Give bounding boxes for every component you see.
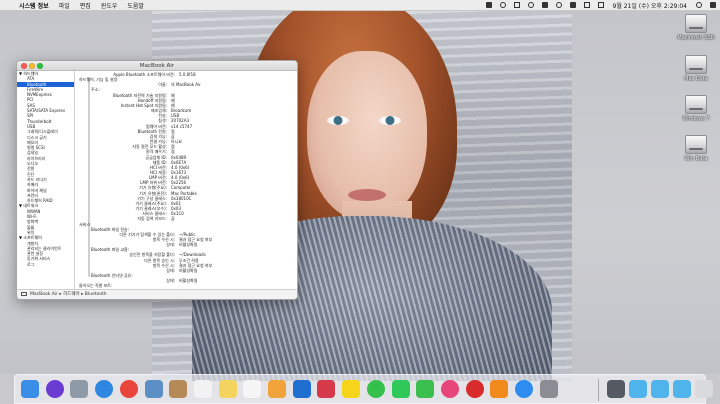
keyboard-icon[interactable]: [485, 2, 492, 8]
system-information-window: MacBook Air ▼ 하드웨어 ATA Bluetooth FireWire NV…: [16, 60, 298, 300]
window-title-bar[interactable]: MacBook Air: [17, 61, 297, 71]
display-icon[interactable]: [513, 2, 520, 8]
path-crumb-computer[interactable]: MacBook Air: [30, 292, 58, 297]
photos-icon[interactable]: [268, 380, 286, 398]
wallpaper-lips: [348, 189, 386, 201]
downloads-folder-icon[interactable]: [629, 380, 647, 398]
reminders-icon[interactable]: [243, 380, 262, 398]
menu-file[interactable]: 파일: [54, 1, 75, 10]
path-crumb-bluetooth[interactable]: Bluetooth: [85, 292, 107, 297]
computer-icon: [21, 291, 27, 296]
desktop-drive-label: Windows 7: [682, 116, 710, 122]
wallpaper-eye-right: [379, 116, 401, 125]
category-sidebar: ▼ 하드웨어 ATA Bluetooth FireWire NVMExpress PCI S…: [17, 71, 75, 291]
ibooks-icon[interactable]: [490, 380, 509, 398]
netease-music-icon[interactable]: [465, 380, 484, 398]
notification-center-icon[interactable]: [710, 2, 716, 8]
finder-icon[interactable]: [21, 380, 39, 398]
facetime-icon[interactable]: [416, 380, 435, 398]
time-machine-icon[interactable]: [527, 2, 534, 8]
hard-drive-icon: [685, 135, 707, 154]
window-title: MacBook Air: [139, 63, 175, 69]
photo-booth-icon[interactable]: [317, 380, 336, 398]
preview-icon[interactable]: [144, 380, 163, 398]
desktop-drive-mac-data[interactable]: Mac Data: [676, 55, 716, 82]
detail-key: 자동 검색 키보드:: [137, 216, 167, 222]
input-source-icon[interactable]: [583, 2, 590, 8]
desktop-drive-windows-7[interactable]: Windows 7: [676, 95, 716, 122]
desktop-drive-macintosh-ssd[interactable]: Macintosh SSD: [676, 14, 716, 41]
path-crumb-hardware[interactable]: 하드웨어: [63, 292, 80, 297]
safari-icon[interactable]: [95, 380, 114, 398]
detail-value: 비활성화됨: [179, 242, 198, 248]
line-icon[interactable]: [366, 380, 385, 398]
sync-icon[interactable]: [499, 2, 506, 8]
detail-value: 비활성화됨: [179, 278, 198, 284]
desktop-drive-label: Win Data: [684, 156, 708, 162]
desktop-drive-label: Mac Data: [684, 76, 708, 82]
hard-drive-icon: [685, 55, 707, 74]
wifi-icon[interactable]: [555, 2, 562, 8]
menu-help[interactable]: 도움말: [122, 1, 149, 10]
launchpad-icon[interactable]: [70, 380, 89, 398]
battery-icon[interactable]: [597, 2, 604, 8]
dock-separator: [598, 379, 599, 401]
system-preferences-icon[interactable]: [539, 380, 558, 398]
documents-folder-icon[interactable]: [651, 380, 669, 398]
detail-pane: Apple Bluetooth 소프트웨어 버전: 5.0.0f18 하드웨어, 기…: [79, 71, 297, 291]
chrome-icon[interactable]: [119, 380, 138, 398]
wallpaper-eye-left: [327, 116, 349, 125]
messages-icon[interactable]: [391, 380, 410, 398]
sidebar-item[interactable]: 로그: [17, 262, 74, 267]
hard-drive-icon: [685, 14, 707, 33]
volume-icon[interactable]: [569, 2, 576, 8]
detail-value: 5.0.0f18: [179, 72, 196, 77]
menu-edit[interactable]: 편집: [75, 1, 96, 10]
notes-icon[interactable]: [218, 380, 237, 398]
detail-value: 의 MacBook Air: [171, 82, 201, 88]
spotlight-icon[interactable]: [696, 2, 702, 8]
menu-app-name[interactable]: 시스템 정보: [14, 1, 54, 10]
dock: [14, 374, 713, 404]
system-info-icon[interactable]: [607, 380, 625, 398]
detail-value: 비활성화됨: [179, 267, 198, 273]
desktop-drive-label: Macintosh SSD: [677, 35, 715, 41]
stack-folder-icon[interactable]: [673, 380, 691, 398]
status-area: 9월 21일 (수) 오후 2:29:04: [482, 0, 720, 11]
menu-window[interactable]: 윈도우: [96, 1, 123, 10]
detail-value: 끔: [171, 216, 175, 222]
menu-clock[interactable]: 9월 21일 (수) 오후 2:29:04: [608, 1, 693, 10]
keynote-icon[interactable]: [292, 380, 311, 398]
trash-icon[interactable]: [695, 380, 713, 398]
hard-drive-icon: [685, 95, 707, 114]
calendar-icon[interactable]: [193, 380, 212, 398]
zoom-button[interactable]: [37, 63, 43, 69]
kakaotalk-icon[interactable]: [342, 380, 361, 398]
contacts-icon[interactable]: [169, 380, 188, 398]
bluetooth-icon[interactable]: [541, 2, 548, 8]
menu-bar: 시스템 정보 파일 편집 윈도우 도움말 9월 21일 (수) 오후 2:29:…: [0, 0, 720, 11]
minimize-button[interactable]: [29, 63, 35, 69]
desktop-drive-win-data[interactable]: Win Data: [676, 135, 716, 162]
itunes-icon[interactable]: [440, 380, 459, 398]
siri-icon[interactable]: [45, 380, 64, 398]
app-store-icon[interactable]: [515, 380, 533, 398]
path-bar: MacBook Air ▸ 하드웨어 ▸ Bluetooth: [17, 289, 297, 299]
close-button[interactable]: [21, 63, 27, 69]
